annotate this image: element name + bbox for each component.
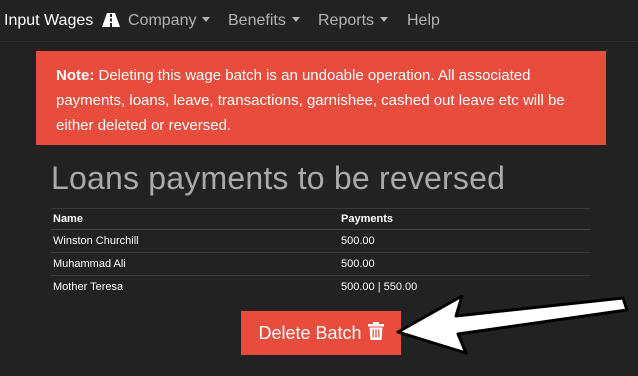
cell-name: Winston Churchill [51,229,339,253]
caret-down-icon [202,17,211,22]
brand-name: Input Wages [4,12,94,29]
section-title: Loans payments to be reversed [51,160,506,196]
caret-down-icon [291,17,300,22]
trash-icon [367,321,384,345]
navbar: Input Wages Company Benefits Reports Hel… [0,0,638,42]
warning-alert: Note: Deleting this wage batch is an und… [36,51,606,145]
cell-payments: 500.00 [339,229,591,253]
loans-table: Name Payments Winston Churchill 500.00 M… [51,208,591,298]
column-header-name: Name [51,208,339,230]
nav-reports-label: Reports [318,12,375,29]
road-icon [101,2,120,44]
nav-help-label: Help [407,12,440,29]
nav-help[interactable]: Help [407,0,440,42]
table-row: Winston Churchill 500.00 [51,229,591,253]
column-header-payments: Payments [339,208,591,230]
nav-company[interactable]: Company [128,0,211,42]
nav-reports[interactable]: Reports [318,0,389,42]
alert-label: Note: [56,67,95,84]
cell-name: Mother Teresa [51,275,339,298]
alert-text: Deleting this wage batch is an undoable … [56,67,565,134]
nav-benefits-label: Benefits [228,12,286,29]
table-header-row: Name Payments [51,208,591,230]
table-row: Muhammad Ali 500.00 [51,252,591,276]
caret-down-icon [380,17,389,22]
cell-payments: 500.00 [339,252,591,276]
brand-link[interactable]: Input Wages [4,0,120,42]
delete-batch-button[interactable]: Delete Batch [241,311,401,355]
cell-name: Muhammad Ali [51,252,339,276]
delete-batch-label: Delete Batch [258,322,362,343]
cell-payments: 500.00 | 550.00 [339,275,591,298]
table-row: Mother Teresa 500.00 | 550.00 [51,275,591,298]
nav-company-label: Company [128,12,197,29]
nav-benefits[interactable]: Benefits [228,0,300,42]
